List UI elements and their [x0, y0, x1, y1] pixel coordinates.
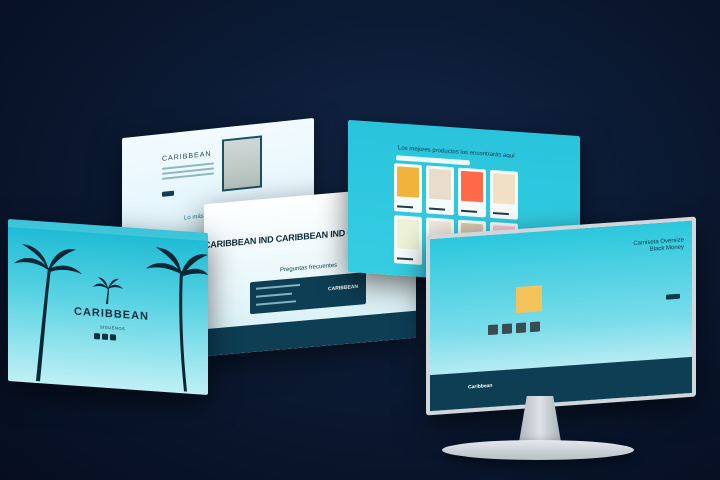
product-image — [397, 218, 419, 250]
faq-accordion[interactable]: CARIBBEAN — [250, 272, 366, 315]
faq-question-line[interactable] — [256, 292, 292, 298]
add-to-cart-button[interactable] — [666, 293, 680, 300]
product-card[interactable] — [490, 169, 518, 220]
mockup-scene: CARIBBEAN Lo más vendido CARIBBEAN IND C… — [0, 0, 720, 480]
footer-logo: Caribbean — [468, 382, 493, 391]
monitor-screen: Camiseta Oversize Black Money Caribbean — [426, 216, 696, 416]
product-image — [461, 170, 483, 203]
product-image — [429, 168, 451, 201]
product-price-line — [397, 257, 413, 261]
about-description — [162, 162, 214, 182]
product-price-line — [397, 205, 413, 209]
thumbnail[interactable] — [502, 323, 512, 335]
monitor-footer: Caribbean — [430, 356, 692, 412]
facebook-icon[interactable] — [102, 333, 108, 340]
product-card[interactable] — [394, 215, 422, 266]
thumbnail[interactable] — [488, 324, 498, 336]
faq-question-line[interactable] — [256, 300, 296, 306]
product-thumbnails[interactable] — [488, 321, 540, 336]
about-button[interactable] — [162, 190, 174, 197]
product-price-line — [493, 212, 509, 216]
product-image — [397, 166, 419, 198]
product-card[interactable] — [394, 163, 422, 214]
product-card[interactable] — [426, 165, 454, 216]
instagram-icon[interactable] — [94, 333, 100, 340]
product-price-line — [429, 207, 445, 211]
thumbnail[interactable] — [516, 322, 526, 334]
product-card[interactable] — [458, 167, 486, 218]
about-brand: CARIBBEAN — [162, 150, 212, 163]
product-image — [493, 173, 515, 205]
product-photo — [516, 285, 542, 314]
product-price-line — [461, 209, 477, 213]
monitor-stand-base — [442, 440, 634, 460]
tiktok-icon[interactable] — [110, 334, 116, 341]
faq-question-line[interactable] — [256, 283, 300, 290]
thumbnail[interactable] — [530, 321, 540, 333]
faq-footer — [204, 310, 416, 357]
about-photo — [222, 135, 262, 192]
faq-title: Preguntas frecuentes — [280, 262, 338, 274]
faq-logo: CARIBBEAN — [328, 283, 358, 293]
palm-trees-illustration — [14, 243, 208, 392]
hero-page-screenshot: CARIBBEAN SÍGUENOS — [8, 219, 208, 395]
product-title: Camiseta Oversize Black Money — [633, 237, 684, 255]
